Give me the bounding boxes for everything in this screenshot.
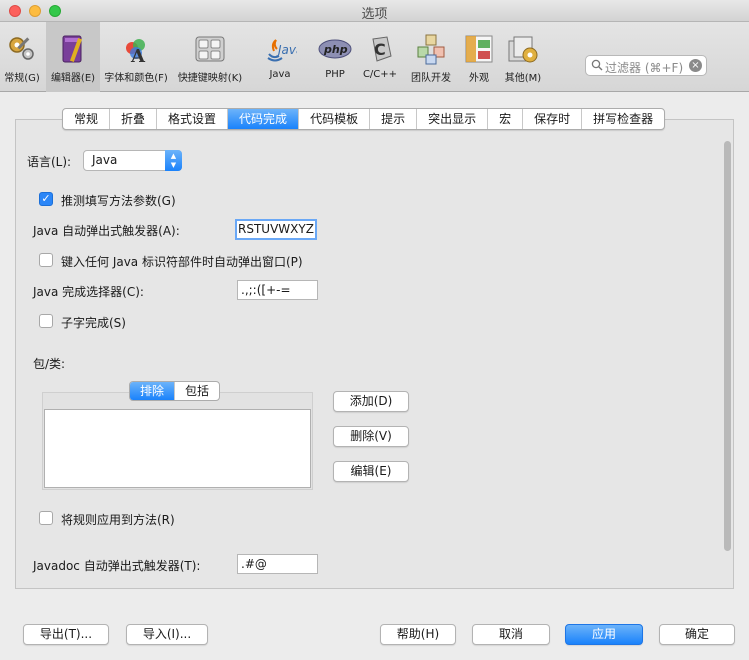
add-button[interactable]: 添加(D) <box>333 391 409 412</box>
tab-formatting[interactable]: 格式设置 <box>157 109 229 129</box>
php-icon: php <box>318 39 352 59</box>
guess-params-checkbox[interactable]: ✓ <box>39 192 53 206</box>
import-button[interactable]: 导入(I)... <box>126 624 208 645</box>
title-bar: 选项 <box>0 0 749 22</box>
tab-code-templates[interactable]: 代码模板 <box>299 109 371 129</box>
toolbar-item-fonts-colors[interactable]: A 字体和颜色(F) <box>104 22 168 92</box>
misc-icon <box>508 36 538 63</box>
chevron-updown-icon: ▲ ▼ <box>165 150 182 171</box>
toolbar-item-label: 常规(G) <box>4 73 40 84</box>
window-title: 选项 <box>361 7 388 22</box>
segment-exclude[interactable]: 排除 <box>130 382 176 400</box>
scroll-thumb[interactable] <box>724 141 731 551</box>
remove-button[interactable]: 删除(V) <box>333 426 409 447</box>
svg-text:C: C <box>374 40 386 59</box>
language-select[interactable]: Java ▲ ▼ <box>83 150 182 171</box>
selectors-field[interactable]: .,;:([+-= <box>237 280 318 300</box>
toolbar-item-general[interactable]: 常规(G) <box>0 22 44 92</box>
toolbar-item-label: 其他(M) <box>504 73 542 84</box>
packages-list[interactable] <box>44 409 311 488</box>
segment-include[interactable]: 包括 <box>175 382 219 400</box>
auto-popup-field[interactable]: RSTUVWXYZ <box>235 219 317 240</box>
help-button[interactable]: 帮助(H) <box>380 624 456 645</box>
svg-text:A: A <box>130 46 146 66</box>
apply-rules-checkbox[interactable] <box>39 511 53 525</box>
team-icon <box>417 34 445 65</box>
javadoc-field[interactable]: .#@ <box>237 554 318 574</box>
exclude-include-segment: 排除 包括 <box>129 381 221 401</box>
toolbar-item-appearance[interactable]: 外观 <box>461 22 497 92</box>
popup-on-identifier-label: 键入任何 Java 标识符部件时自动弹出窗口(P) <box>61 255 303 269</box>
editor-tabs: 常规 折叠 格式设置 代码完成 代码模板 提示 突出显示 宏 保存时 拼写检查器 <box>62 108 666 130</box>
toolbar-item-cpp[interactable]: C C/C++ <box>360 22 400 92</box>
export-button[interactable]: 导出(T)... <box>23 624 109 645</box>
filter-placeholder: 过滤器 (⌘+F) <box>605 61 684 75</box>
gears-icon <box>9 37 34 60</box>
toolbar-item-team[interactable]: 团队开发 <box>407 22 455 92</box>
subword-checkbox[interactable] <box>39 314 53 328</box>
toolbar-item-label: PHP <box>325 69 345 80</box>
tab-hints[interactable]: 提示 <box>370 109 418 129</box>
panel-scrollbar[interactable] <box>722 139 733 586</box>
tab-folding[interactable]: 折叠 <box>110 109 158 129</box>
clear-icon[interactable]: × <box>689 59 702 72</box>
editor-icon <box>62 35 82 63</box>
language-value: Java <box>92 153 118 167</box>
toolbar-item-label: 快捷键映射(K) <box>177 73 243 84</box>
svg-text:php: php <box>323 43 348 56</box>
popup-on-identifier-checkbox[interactable] <box>39 253 53 267</box>
java-icon: Java <box>267 39 297 62</box>
packages-label: 包/类: <box>33 357 66 371</box>
toolbar-item-label: Java <box>269 69 291 80</box>
cancel-button[interactable]: 取消 <box>472 624 550 645</box>
tab-code-completion[interactable]: 代码完成 <box>228 109 300 129</box>
subword-label: 子字完成(S) <box>61 316 126 330</box>
tab-highlighting[interactable]: 突出显示 <box>417 109 489 129</box>
category-toolbar: 常规(G) 编辑器(E) A 字体和颜色(F) 快捷键映射(K) Jav Jav… <box>0 22 749 92</box>
search-icon <box>591 59 603 71</box>
javadoc-label: Javadoc 自动弹出式触发器(T): <box>33 559 201 573</box>
ok-button[interactable]: 确定 <box>659 624 735 645</box>
svg-text:Java: Java <box>276 43 297 57</box>
toolbar-item-label: C/C++ <box>362 69 398 80</box>
toolbar-item-label: 团队开发 <box>411 73 451 84</box>
toolbar-item-misc[interactable]: 其他(M) <box>502 22 544 92</box>
toolbar-item-editor[interactable]: 编辑器(E) <box>46 22 100 92</box>
tab-macros[interactable]: 宏 <box>488 109 524 129</box>
cpp-icon: C <box>372 36 392 62</box>
apply-rules-label: 将规则应用到方法(R) <box>61 513 175 527</box>
toolbar-item-php[interactable]: php PHP <box>313 22 357 92</box>
filter-search-field[interactable]: 过滤器 (⌘+F) × <box>585 55 707 76</box>
selectors-label: Java 完成选择器(C): <box>33 285 144 299</box>
language-label: 语言(L): <box>27 155 72 169</box>
toolbar-item-label: 外观 <box>469 73 489 84</box>
apply-button[interactable]: 应用 <box>565 624 643 645</box>
guess-params-label: 推测填写方法参数(G) <box>61 194 176 208</box>
toolbar-item-keymap[interactable]: 快捷键映射(K) <box>176 22 244 92</box>
edit-button[interactable]: 编辑(E) <box>333 461 409 482</box>
toolbar-item-label: 编辑器(E) <box>50 73 96 84</box>
appearance-icon <box>465 35 493 63</box>
tab-spellchecker[interactable]: 拼写检查器 <box>582 109 664 129</box>
keyboard-icon <box>195 36 225 62</box>
tab-general[interactable]: 常规 <box>63 109 111 129</box>
auto-popup-label: Java 自动弹出式触发器(A): <box>33 224 180 238</box>
toolbar-item-label: 字体和颜色(F) <box>104 73 168 84</box>
toolbar-item-java[interactable]: Java Java <box>255 22 305 92</box>
fonts-colors-icon: A <box>126 39 146 66</box>
tab-on-save[interactable]: 保存时 <box>523 109 583 129</box>
